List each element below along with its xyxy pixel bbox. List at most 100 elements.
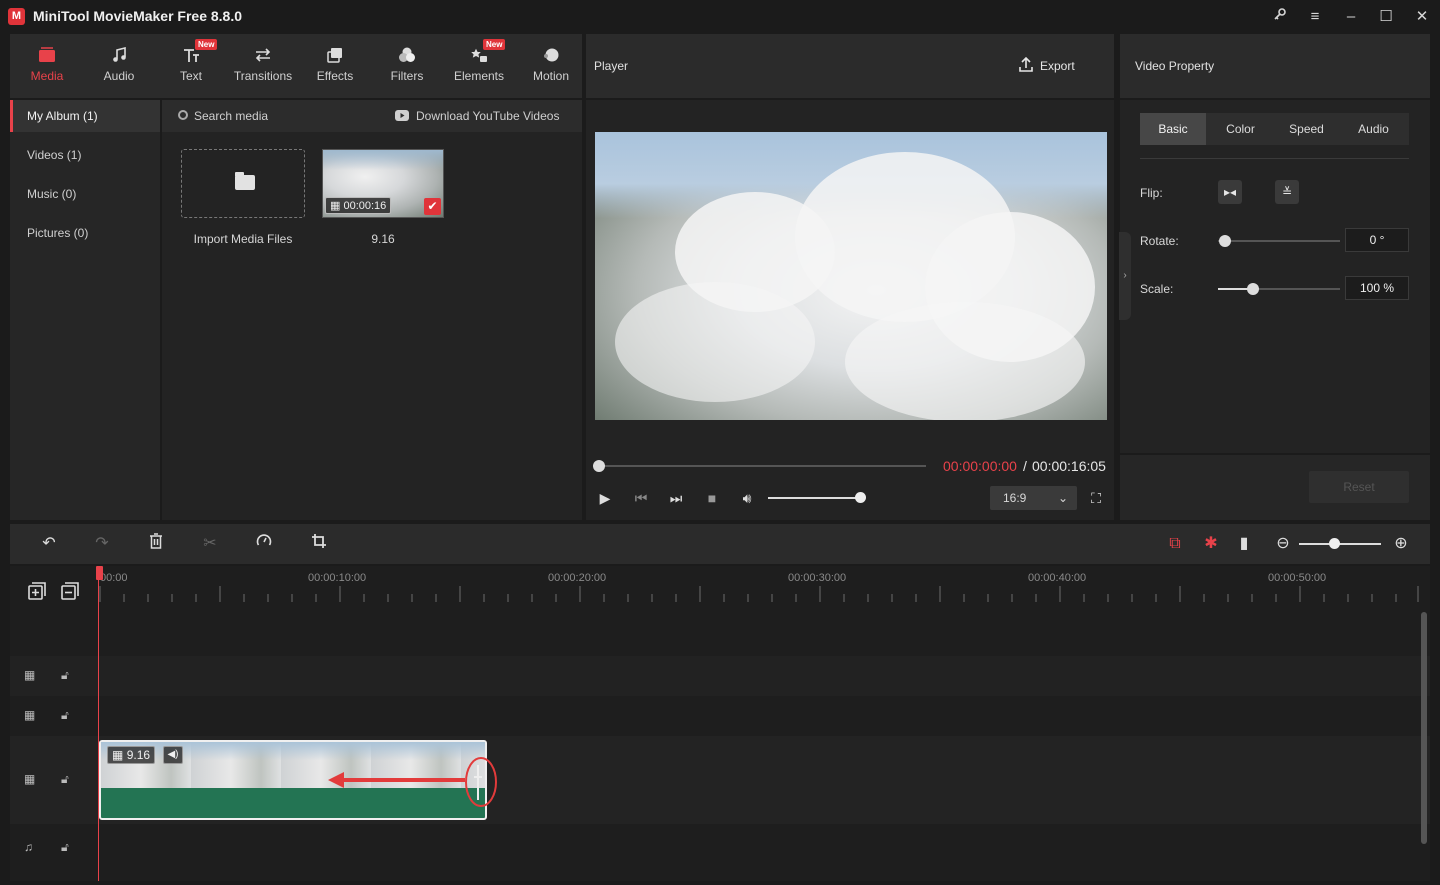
speaker-icon[interactable]: ◀) xyxy=(163,746,183,764)
playhead-handle[interactable] xyxy=(96,566,103,580)
text-icon xyxy=(155,47,227,65)
import-media-button[interactable] xyxy=(181,149,305,218)
snap-icon[interactable]: ✱ xyxy=(1200,533,1222,555)
filters-icon xyxy=(371,47,443,65)
tab-elements[interactable]: New Elements xyxy=(443,34,515,98)
transitions-icon xyxy=(227,47,299,65)
scale-value-input[interactable]: 100 % xyxy=(1345,276,1409,300)
aspect-ratio-select[interactable]: 16:9 ⌄ xyxy=(990,486,1077,510)
property-tabs: Basic Color Speed Audio xyxy=(1140,113,1409,145)
download-youtube-button[interactable]: Download YouTube Videos xyxy=(416,109,559,123)
tab-media[interactable]: Media xyxy=(11,34,83,98)
tick-label: 00:00:20:00 xyxy=(548,572,607,584)
tab-audio-property[interactable]: Audio xyxy=(1338,113,1409,145)
play-icon[interactable]: ▶ xyxy=(595,489,615,507)
ruler-ticks xyxy=(99,586,1419,602)
volume-slider[interactable] xyxy=(768,497,860,499)
lock-icon[interactable]: 🔓︎ xyxy=(61,668,69,683)
time-separator: / xyxy=(1023,458,1027,474)
scale-handle[interactable] xyxy=(1247,283,1259,295)
speed-icon[interactable] xyxy=(253,533,275,555)
youtube-icon xyxy=(395,110,409,124)
title-bar: M MiniTool MovieMaker Free 8.8.0 ≡ – ☐ ✕ xyxy=(0,0,1440,34)
add-track-icon[interactable] xyxy=(28,582,46,603)
rotate-handle[interactable] xyxy=(1219,235,1231,247)
folder-icon xyxy=(235,172,255,190)
rotate-slider[interactable] xyxy=(1218,240,1340,242)
tick-label: 00:00:30:00 xyxy=(788,572,847,584)
fit-timeline-icon[interactable]: ▮ xyxy=(1233,533,1255,555)
film-icon: ▦ xyxy=(330,200,341,212)
redo-icon[interactable]: ↷ xyxy=(91,533,113,555)
flip-label: Flip: xyxy=(1140,186,1163,200)
seek-handle[interactable] xyxy=(593,460,605,472)
effects-icon xyxy=(299,47,371,65)
crop-icon[interactable] xyxy=(308,533,330,555)
zoom-handle[interactable] xyxy=(1329,538,1340,549)
maximize-icon[interactable]: ☐ xyxy=(1374,6,1398,28)
tab-transitions[interactable]: Transitions xyxy=(227,34,299,98)
album-item-music[interactable]: Music (0) xyxy=(10,178,160,210)
tab-text[interactable]: New Text xyxy=(155,34,227,98)
tab-motion[interactable]: Motion xyxy=(515,34,587,98)
clip-duration-badge: ▦ 00:00:16 xyxy=(325,197,392,214)
lock-icon[interactable]: 🔓︎ xyxy=(61,840,69,855)
music-icon: ♫ xyxy=(24,840,33,854)
previous-frame-icon[interactable]: ⏮ xyxy=(631,489,651,507)
tab-basic[interactable]: Basic xyxy=(1140,113,1206,145)
rotate-value-input[interactable]: 0 ° xyxy=(1345,228,1409,252)
zoom-out-icon[interactable]: ⊖ xyxy=(1272,533,1294,555)
zoom-in-icon[interactable]: ⊕ xyxy=(1390,533,1412,555)
time-ruler[interactable]: 00:00 00:00:10:00 00:00:20:00 00:00:30:0… xyxy=(98,566,1420,606)
motion-icon xyxy=(515,47,587,65)
search-input[interactable]: Search media xyxy=(194,109,268,123)
minimize-icon[interactable]: – xyxy=(1339,6,1363,28)
property-footer: Reset xyxy=(1120,455,1430,520)
export-button[interactable]: Export xyxy=(1018,56,1075,76)
clip-name-badge: ▦ 9.16 xyxy=(107,746,156,764)
film-icon: ▦ xyxy=(112,748,124,762)
tab-effects[interactable]: Effects xyxy=(299,34,371,98)
close-icon[interactable]: ✕ xyxy=(1410,6,1434,28)
delete-icon[interactable] xyxy=(145,533,167,555)
flip-vertical-icon[interactable]: ≚ xyxy=(1275,180,1299,204)
volume-icon[interactable]: 🔊︎ xyxy=(737,489,757,507)
import-media-label: Import Media Files xyxy=(193,232,293,246)
scale-label: Scale: xyxy=(1140,282,1174,296)
reset-button[interactable]: Reset xyxy=(1309,471,1409,503)
menu-icon[interactable]: ≡ xyxy=(1303,6,1327,28)
remove-track-icon[interactable] xyxy=(61,582,79,603)
timeline-area: 00:00 00:00:10:00 00:00:20:00 00:00:30:0… xyxy=(10,566,1430,881)
media-search-bar: Search media Download YouTube Videos xyxy=(162,100,582,132)
player-header: Player Export xyxy=(586,34,1114,98)
lock-icon[interactable]: 🔓︎ xyxy=(61,708,69,723)
timeline-toolbar: ↶ ↷ ✂ ⧉ ✱ ▮ ⊖ ⊕ xyxy=(10,524,1430,564)
next-frame-icon[interactable]: ⏭ xyxy=(666,489,686,507)
volume-handle[interactable] xyxy=(855,492,866,503)
undo-icon[interactable]: ↶ xyxy=(38,533,60,555)
key-icon[interactable] xyxy=(1268,6,1292,28)
collapse-panel-icon[interactable]: › xyxy=(1119,232,1131,320)
album-item-pictures[interactable]: Pictures (0) xyxy=(10,217,160,249)
album-item-videos[interactable]: Videos (1) xyxy=(10,139,160,171)
tab-color[interactable]: Color xyxy=(1206,113,1275,145)
rotate-label: Rotate: xyxy=(1140,234,1179,248)
trim-annotation-arrow xyxy=(328,757,497,807)
flip-horizontal-icon[interactable]: ▸◂ xyxy=(1218,180,1242,204)
playhead[interactable] xyxy=(98,566,99,881)
zoom-slider[interactable] xyxy=(1299,543,1381,545)
scissors-icon[interactable]: ✂ xyxy=(199,533,221,555)
stop-icon[interactable]: ■ xyxy=(702,489,722,507)
album-item-my-album[interactable]: My Album (1) xyxy=(10,100,160,132)
seek-bar[interactable] xyxy=(599,465,926,467)
media-library: Search media Download YouTube Videos Imp… xyxy=(162,100,582,520)
lock-icon[interactable]: 🔓︎ xyxy=(61,772,69,787)
media-clip-thumbnail[interactable]: ▦ 00:00:16 ✔ xyxy=(322,149,444,218)
track-row: ▦ 🔓︎ xyxy=(10,696,1430,736)
tab-filters[interactable]: Filters xyxy=(371,34,443,98)
vertical-scrollbar[interactable] xyxy=(1421,612,1427,844)
fullscreen-icon[interactable]: ⛶ xyxy=(1086,489,1106,507)
tab-audio[interactable]: Audio xyxy=(83,34,155,98)
split-audio-icon[interactable]: ⧉ xyxy=(1164,533,1186,555)
tab-speed[interactable]: Speed xyxy=(1275,113,1338,145)
